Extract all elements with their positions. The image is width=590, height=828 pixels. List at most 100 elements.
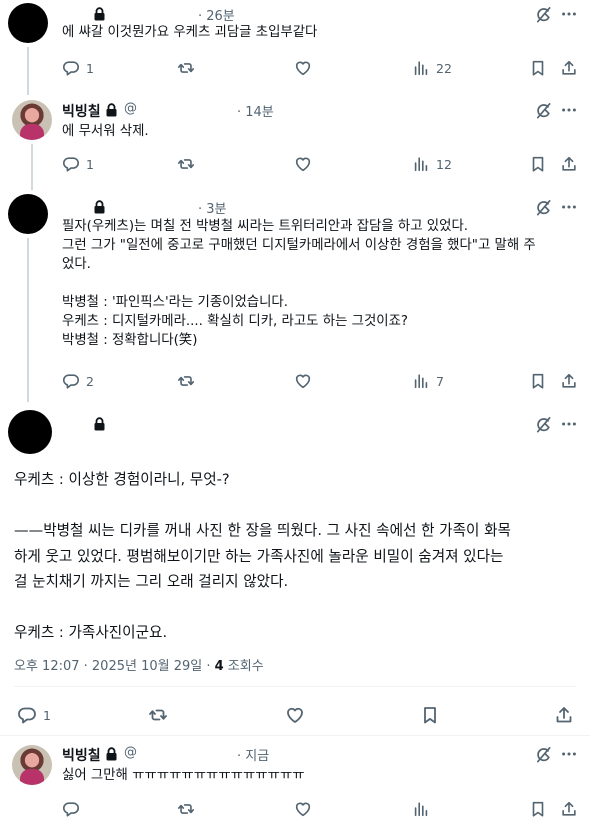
retweet-icon xyxy=(177,155,195,173)
like-icon xyxy=(294,372,312,390)
grok-icon[interactable] xyxy=(534,745,553,764)
views-button[interactable]: 12 xyxy=(412,155,452,173)
tweet-timestamp[interactable]: 오후 12:07 · 2025년 10월 29일 · 4 조회수 xyxy=(14,655,264,674)
share-button[interactable] xyxy=(560,372,578,390)
retweet-button[interactable] xyxy=(177,155,195,173)
reply-button[interactable] xyxy=(62,800,80,818)
grok-icon[interactable] xyxy=(534,198,553,217)
reply-button[interactable]: 1 xyxy=(62,59,94,77)
grok-icon[interactable] xyxy=(534,101,553,120)
tweet-text: 필자(우케츠)는 며칠 전 박병철 씨라는 트위터리안과 잡담을 하고 있었다.… xyxy=(62,219,536,348)
reply-icon xyxy=(62,372,80,390)
more-icon[interactable] xyxy=(560,5,578,23)
views-icon xyxy=(412,372,430,390)
share-button[interactable] xyxy=(560,800,578,818)
like-button[interactable] xyxy=(294,800,312,818)
tweet-time: · 지금 xyxy=(237,749,270,764)
views-label: 조회수 xyxy=(223,659,264,674)
display-name[interactable]: 빅빙칠 xyxy=(62,745,101,765)
share-button[interactable] xyxy=(560,59,578,77)
grok-icon[interactable] xyxy=(534,5,553,24)
bookmark-button[interactable] xyxy=(529,155,547,173)
lock-icon xyxy=(94,7,105,21)
bookmark-icon xyxy=(529,155,547,173)
like-icon xyxy=(294,59,312,77)
divider xyxy=(14,686,576,687)
lock-icon xyxy=(94,417,105,431)
views-button[interactable]: 7 xyxy=(412,372,444,390)
thread-line xyxy=(27,238,29,402)
share-icon xyxy=(560,800,578,818)
reply-count: 1 xyxy=(86,60,94,76)
like-button[interactable] xyxy=(294,59,312,77)
share-icon xyxy=(554,705,574,725)
share-icon xyxy=(560,59,578,77)
lock-icon xyxy=(106,103,117,117)
share-icon xyxy=(560,372,578,390)
reply-icon xyxy=(62,800,80,818)
display-name[interactable]: 빅빙칠 xyxy=(62,101,101,121)
avatar[interactable] xyxy=(12,100,52,140)
bookmark-button[interactable] xyxy=(420,705,440,725)
like-button[interactable] xyxy=(294,155,312,173)
grok-icon[interactable] xyxy=(534,415,553,434)
views-button[interactable] xyxy=(412,800,430,818)
lock-icon xyxy=(106,747,117,761)
views-icon xyxy=(412,59,430,77)
avatar[interactable] xyxy=(8,410,52,454)
reply-count: 2 xyxy=(86,373,94,389)
more-icon[interactable] xyxy=(560,415,578,433)
like-icon xyxy=(294,155,312,173)
tweet-text: 에 쌰갈 이것뭔가요 우케츠 괴담글 초입부같다 xyxy=(62,25,318,40)
views-button[interactable]: 22 xyxy=(412,59,452,77)
retweet-button[interactable] xyxy=(148,705,168,725)
tweet-text: 에 무서워 삭제. xyxy=(62,124,149,139)
avatar[interactable] xyxy=(8,194,48,234)
reply-icon xyxy=(62,59,80,77)
reply-icon xyxy=(62,155,80,173)
like-button[interactable] xyxy=(294,372,312,390)
more-icon[interactable] xyxy=(560,101,578,119)
views-count: 7 xyxy=(436,373,444,389)
reply-button[interactable]: 1 xyxy=(17,705,51,725)
divider xyxy=(0,735,590,736)
retweet-icon xyxy=(177,372,195,390)
like-button[interactable] xyxy=(285,705,305,725)
tweet-time: · 3분 xyxy=(198,202,227,217)
bookmark-button[interactable] xyxy=(529,800,547,818)
bookmark-icon xyxy=(529,59,547,77)
reply-count: 1 xyxy=(43,707,51,723)
like-icon xyxy=(294,800,312,818)
handle[interactable]: @ xyxy=(124,745,137,760)
views-count: 22 xyxy=(436,60,452,76)
thread-line xyxy=(31,144,33,190)
reply-button[interactable]: 1 xyxy=(62,155,94,173)
views-icon xyxy=(412,155,430,173)
share-icon xyxy=(560,155,578,173)
handle[interactable]: @ xyxy=(124,101,137,116)
views-icon xyxy=(412,800,430,818)
tweet-time: · 14분 xyxy=(237,105,274,120)
share-button[interactable] xyxy=(554,705,574,725)
bookmark-button[interactable] xyxy=(529,372,547,390)
reply-icon xyxy=(17,705,37,725)
bookmark-icon xyxy=(529,372,547,390)
lock-icon xyxy=(94,200,105,214)
more-icon[interactable] xyxy=(560,198,578,216)
bookmark-icon xyxy=(529,800,547,818)
retweet-icon xyxy=(148,705,168,725)
retweet-button[interactable] xyxy=(177,800,195,818)
bookmark-icon xyxy=(420,705,440,725)
views-count: 12 xyxy=(436,156,452,172)
tweet-text: 싫어 그만해 ㅠㅠㅠㅠㅠㅠㅠㅠㅠㅠㅠㅠㅠㅠ xyxy=(62,768,305,783)
retweet-button[interactable] xyxy=(177,372,195,390)
avatar[interactable] xyxy=(8,3,48,43)
reply-count: 1 xyxy=(86,156,94,172)
bookmark-button[interactable] xyxy=(529,59,547,77)
reply-button[interactable]: 2 xyxy=(62,372,94,390)
retweet-button[interactable] xyxy=(177,59,195,77)
avatar[interactable] xyxy=(12,745,52,785)
share-button[interactable] xyxy=(560,155,578,173)
more-icon[interactable] xyxy=(560,745,578,763)
views-count: 4 xyxy=(214,659,224,674)
